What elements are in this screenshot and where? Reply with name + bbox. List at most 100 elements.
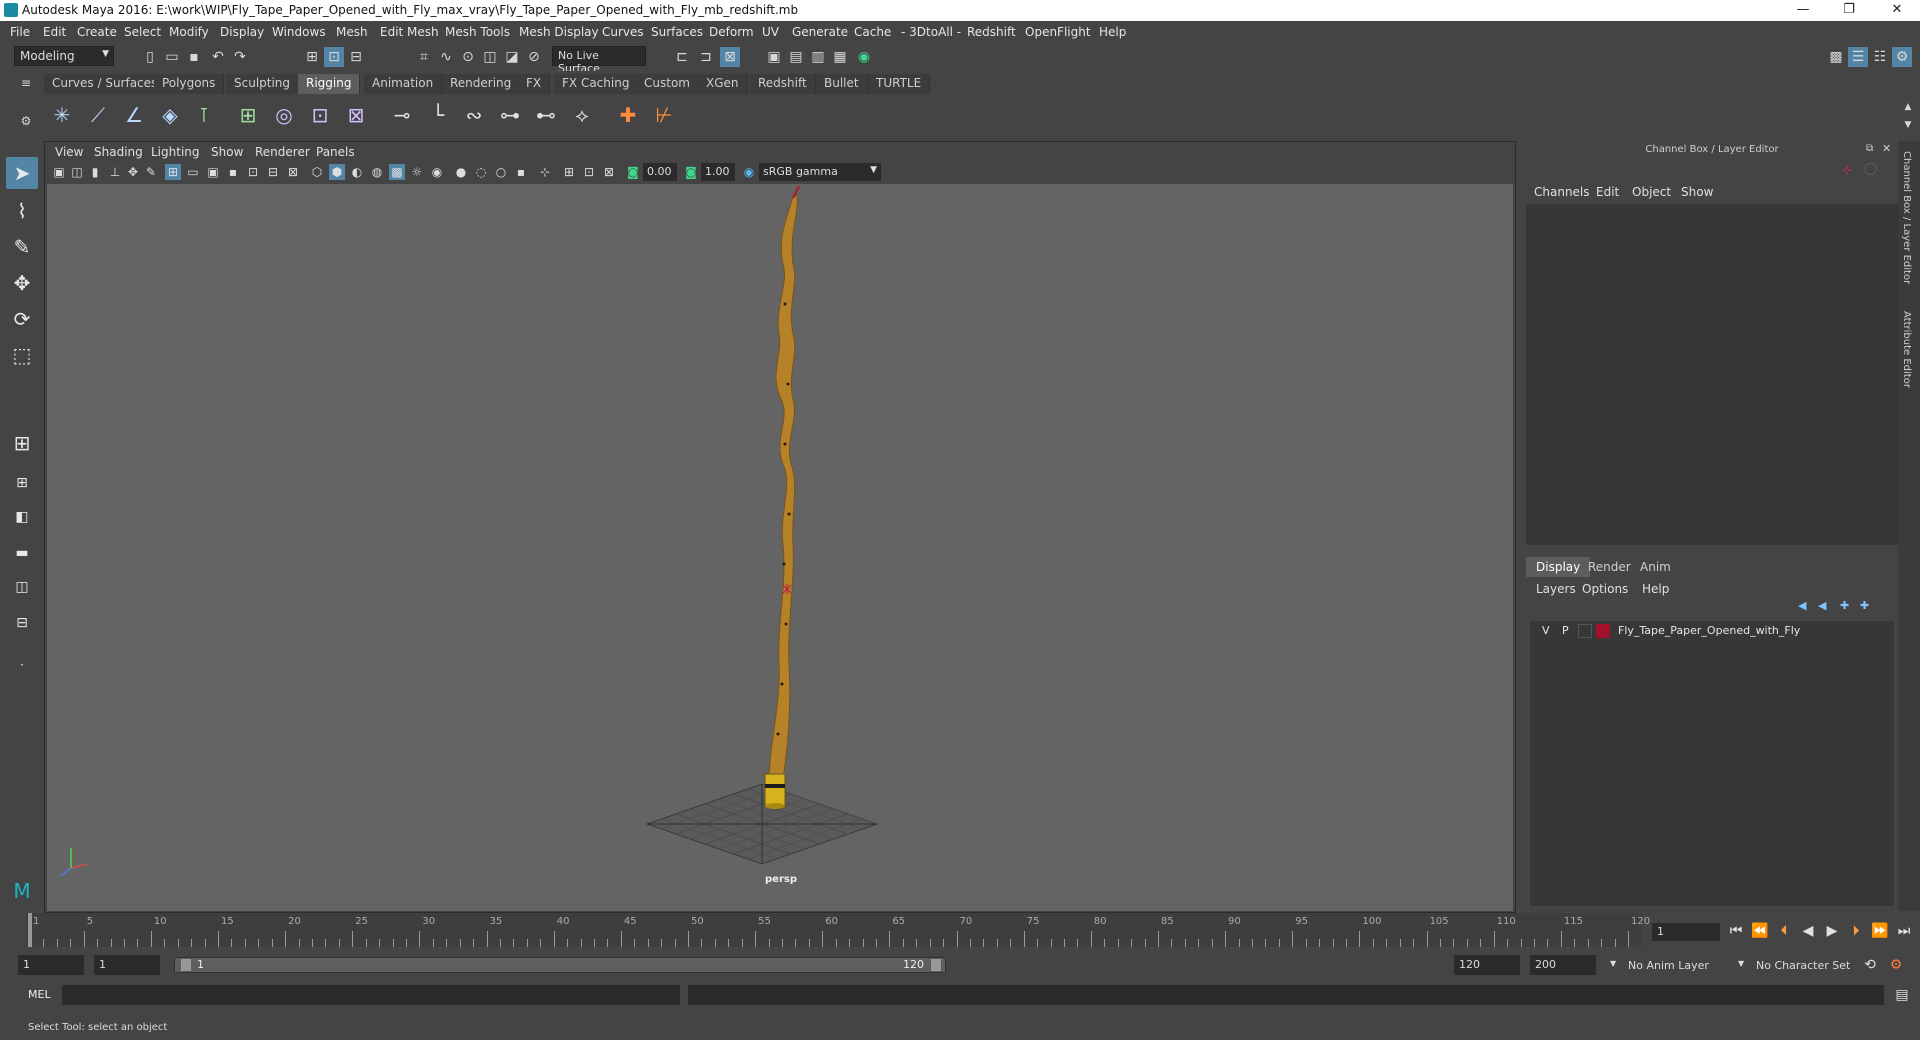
- cb-menu-show[interactable]: Show: [1681, 185, 1713, 199]
- safe-title-icon[interactable]: ⊠: [285, 164, 301, 180]
- snap-live-icon[interactable]: ⊘: [524, 47, 544, 67]
- blend-shape-icon[interactable]: ∾: [458, 99, 490, 131]
- shelf-settings-icon[interactable]: ⚙: [16, 111, 36, 131]
- menu-display[interactable]: Display: [220, 25, 264, 39]
- camera-select-icon[interactable]: ▣: [51, 164, 67, 180]
- aim-constraint-icon[interactable]: ⟡: [566, 99, 598, 131]
- layer-playback-toggle[interactable]: P: [1562, 624, 1569, 637]
- channel-list-area[interactable]: [1526, 204, 1898, 545]
- step-back-icon[interactable]: ⏪: [1750, 921, 1770, 941]
- shelf-tab-sculpting[interactable]: Sculpting: [226, 74, 300, 94]
- step-forward-key-icon[interactable]: ⏵: [1846, 921, 1866, 941]
- tool-settings-toggle-icon[interactable]: ⚙: [1892, 47, 1912, 67]
- two-d-pan-icon[interactable]: ✥: [125, 164, 141, 180]
- backface-culling-icon[interactable]: ⊠: [601, 164, 617, 180]
- ik-spline-icon[interactable]: ∠: [118, 99, 150, 131]
- film-gate-icon[interactable]: ▭: [185, 164, 201, 180]
- range-start-handle[interactable]: [181, 959, 191, 971]
- render-current-icon[interactable]: ▤: [786, 47, 806, 67]
- set-driven-key-icon[interactable]: └: [422, 99, 454, 131]
- scale-tool-icon[interactable]: ⬚: [6, 339, 38, 371]
- use-all-lights-icon[interactable]: ▩: [389, 164, 405, 180]
- shelf-tab-animation[interactable]: Animation: [364, 74, 443, 94]
- menu-generate[interactable]: Generate: [792, 25, 848, 39]
- color-space-dropdown[interactable]: sRGB gamma ▼: [759, 163, 881, 181]
- color-management-icon[interactable]: ◉: [741, 164, 757, 180]
- move-layer-up-icon[interactable]: ◀: [1798, 599, 1806, 612]
- xray-joints-icon[interactable]: ⊞: [561, 164, 577, 180]
- shelf-tab-fx-caching[interactable]: FX Caching: [554, 74, 639, 94]
- bind-skin-icon[interactable]: ⊞: [232, 99, 264, 131]
- construction-history-icon[interactable]: ⊠: [720, 47, 740, 67]
- snap-curve-icon[interactable]: ∿: [436, 47, 456, 67]
- close-panel-icon[interactable]: ✕: [1882, 142, 1891, 155]
- new-empty-layer-icon[interactable]: ✚: [1840, 599, 1849, 612]
- render-view-icon[interactable]: ▣: [764, 47, 784, 67]
- layer-menu-options[interactable]: Options: [1582, 582, 1628, 596]
- auto-key-icon[interactable]: ⟲: [1860, 955, 1880, 975]
- close-button[interactable]: ✕: [1874, 0, 1920, 21]
- side-tab-attribute-editor[interactable]: Attribute Editor: [1901, 311, 1912, 388]
- animation-preferences-icon[interactable]: ⚙: [1886, 955, 1906, 975]
- menu-mesh-display[interactable]: Mesh Display: [519, 25, 599, 39]
- paint-select-tool-icon[interactable]: ✎: [6, 231, 38, 263]
- playback-start-field[interactable]: 1: [94, 955, 160, 975]
- axis-manipulator-icon[interactable]: ⊹: [1842, 163, 1852, 177]
- layer-color-swatch[interactable]: [1596, 624, 1610, 638]
- current-time-marker[interactable]: [28, 913, 32, 947]
- hypershade-icon[interactable]: ◉: [854, 47, 874, 67]
- menu-file[interactable]: File: [10, 25, 30, 39]
- mode-selector[interactable]: Modeling ▼: [14, 46, 114, 66]
- panel-menu-renderer[interactable]: Renderer: [255, 145, 310, 159]
- hypershade-layout-icon[interactable]: ◫: [6, 571, 38, 603]
- command-input[interactable]: [62, 985, 680, 1005]
- cb-menu-channels[interactable]: Channels: [1534, 185, 1590, 199]
- animation-end-field[interactable]: 200: [1530, 955, 1596, 975]
- snap-grid-icon[interactable]: ⌗: [414, 47, 434, 67]
- lasso-tool-icon[interactable]: ⌇: [6, 195, 38, 227]
- menu-select[interactable]: Select: [124, 25, 161, 39]
- character-set-dropdown[interactable]: ▼ No Character Set: [1738, 957, 1868, 975]
- layer-menu-layers[interactable]: Layers: [1536, 582, 1576, 596]
- point-constraint-icon[interactable]: ⊷: [530, 99, 562, 131]
- open-scene-icon[interactable]: ▭: [162, 47, 182, 67]
- safe-action-icon[interactable]: ⊟: [265, 164, 281, 180]
- menu-surfaces[interactable]: Surfaces: [651, 25, 703, 39]
- go-to-start-icon[interactable]: ⏮: [1726, 921, 1746, 941]
- bookmark-icon[interactable]: ▮: [87, 164, 103, 180]
- shelf-tab-redshift[interactable]: Redshift: [750, 74, 816, 94]
- range-bar[interactable]: 1 120: [174, 957, 946, 973]
- gamma-field[interactable]: 1.00: [701, 163, 735, 181]
- command-language-label[interactable]: MEL: [28, 988, 51, 1001]
- shelf-tab-bullet[interactable]: Bullet: [816, 74, 868, 94]
- panel-menu-shading[interactable]: Shading: [94, 145, 143, 159]
- ik-handle-icon[interactable]: ⟋: [82, 99, 114, 131]
- layout-options-icon[interactable]: ·: [6, 649, 38, 681]
- panel-menu-panels[interactable]: Panels: [316, 145, 355, 159]
- play-backward-icon[interactable]: ◀: [1798, 921, 1818, 941]
- menu-3dtoall[interactable]: - 3DtoAll -: [901, 25, 961, 39]
- save-scene-icon[interactable]: ▪: [184, 47, 204, 67]
- select-hierarchy-icon[interactable]: ⊞: [302, 47, 322, 67]
- wireframe-on-shaded-icon[interactable]: ◐: [349, 164, 365, 180]
- layer-tab-anim[interactable]: Anim: [1630, 557, 1681, 577]
- grid-toggle-icon[interactable]: ⊞: [165, 164, 181, 180]
- channel-box-toggle-icon[interactable]: ☰: [1848, 47, 1868, 67]
- persp-graph-layout-icon[interactable]: ▬: [6, 537, 38, 569]
- output-ops-icon[interactable]: ⊐: [696, 47, 716, 67]
- render-settings-icon[interactable]: ▦: [830, 47, 850, 67]
- cb-menu-edit[interactable]: Edit: [1596, 185, 1619, 199]
- parent-constraint-icon[interactable]: ⊬: [648, 99, 680, 131]
- exposure-icon[interactable]: ◙: [625, 164, 641, 180]
- 3d-viewport[interactable]: persp: [47, 184, 1513, 911]
- quick-rig-icon[interactable]: ⊺: [188, 99, 220, 131]
- textured-icon[interactable]: ◍: [369, 164, 385, 180]
- image-plane-icon[interactable]: ⊥: [107, 164, 123, 180]
- grease-pencil-icon[interactable]: ✎: [143, 164, 159, 180]
- menu-cache[interactable]: Cache: [854, 25, 891, 39]
- menu-curves[interactable]: Curves: [602, 25, 644, 39]
- menu-windows[interactable]: Windows: [272, 25, 326, 39]
- panel-menu-view[interactable]: View: [55, 145, 83, 159]
- layer-visibility-toggle[interactable]: V: [1542, 624, 1550, 637]
- gate-mask-icon[interactable]: ▪: [225, 164, 241, 180]
